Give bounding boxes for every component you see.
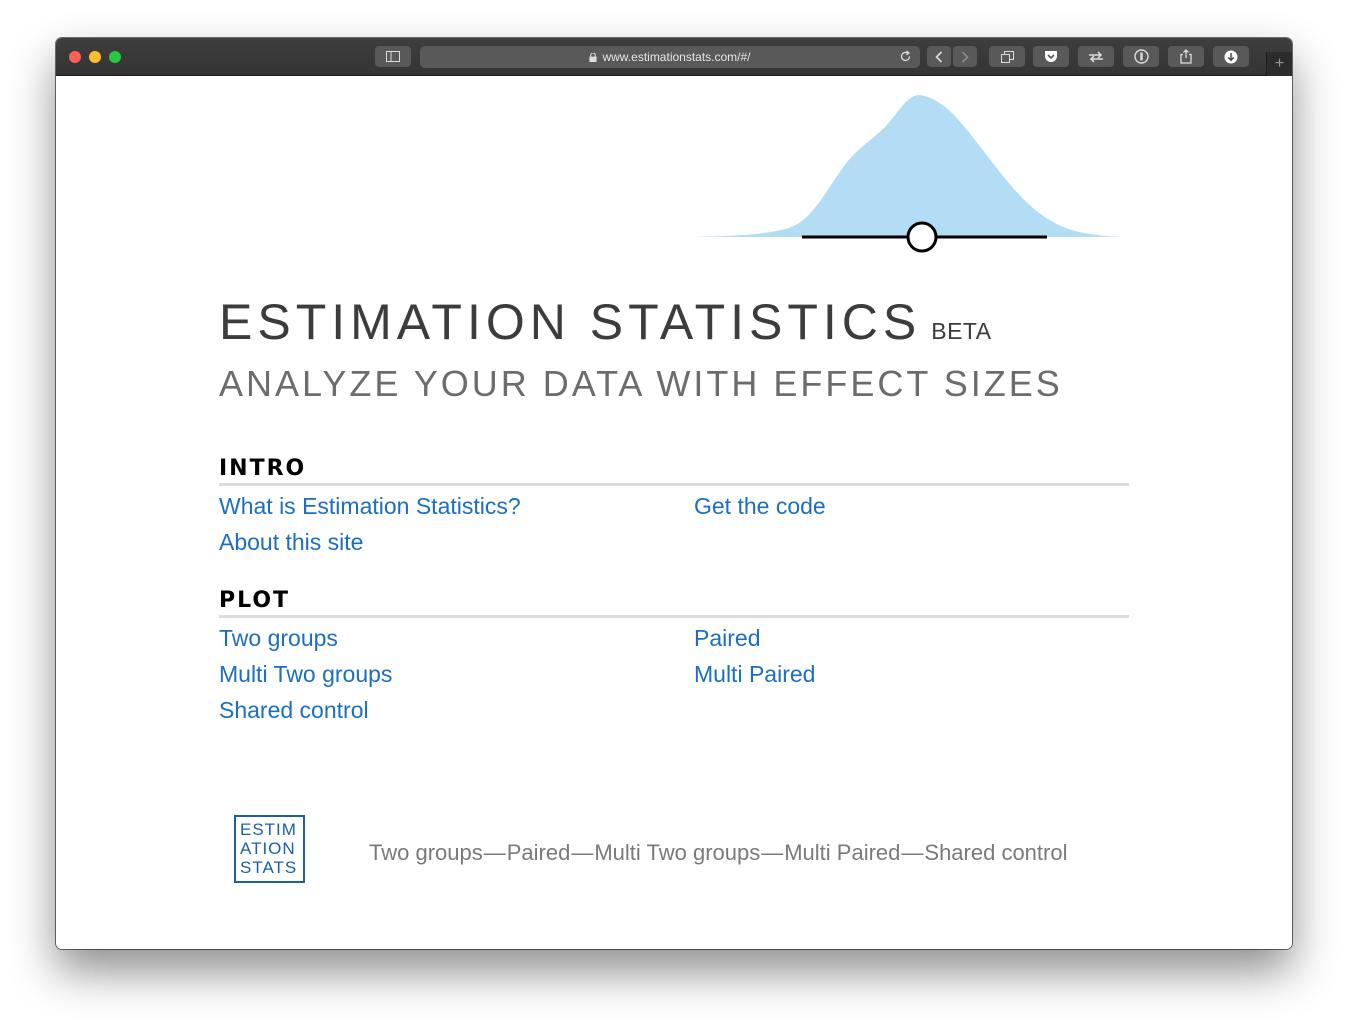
close-window-button[interactable] [69,51,81,63]
link-get-the-code[interactable]: Get the code [694,493,826,520]
password-manager-icon [1133,49,1149,64]
footer-nav: Two groups—Paired—Multi Two groups—Multi… [369,840,1067,866]
footer-link-shared-control[interactable]: Shared control [924,840,1067,865]
plot-heading: PLOT [219,588,1129,618]
page-title-text: ESTIMATION STATISTICS [219,294,922,350]
pocket-button[interactable] [1033,46,1069,67]
footer-link-two-groups[interactable]: Two groups [369,840,483,865]
footer-separator: — [761,840,784,865]
page-subtitle: ANALYZE YOUR DATA WITH EFFECT SIZES [219,363,1063,404]
footer-link-paired[interactable]: Paired [507,840,571,865]
page-title: ESTIMATION STATISTICS BETA [219,293,992,351]
minimize-window-button[interactable] [89,51,101,63]
share-button[interactable] [1168,46,1204,67]
zoom-window-button[interactable] [109,51,121,63]
estimation-stats-logo[interactable]: ESTIM ATION STATS [234,815,305,883]
forward-button[interactable] [953,46,977,67]
tabs-icon [1000,50,1014,63]
distribution-illustration [694,95,1131,253]
logo-line: STATS [240,858,298,877]
tab-overview-button[interactable] [989,46,1025,67]
password-manager-button[interactable] [1123,46,1159,67]
link-multi-paired[interactable]: Multi Paired [694,661,815,688]
link-about-this-site[interactable]: About this site [219,529,363,556]
chevron-right-icon [961,50,969,63]
page-content: ESTIMATION STATISTICS BETA ANALYZE YOUR D… [56,76,1292,949]
footer-link-multi-paired[interactable]: Multi Paired [784,840,900,865]
intro-heading: INTRO [219,456,1129,486]
beta-badge: BETA [931,318,992,344]
footer-separator: — [571,840,594,865]
arrows-exchange-icon [1089,50,1103,63]
reload-icon[interactable] [899,50,912,63]
chevron-left-icon [935,50,943,63]
sync-tabs-button[interactable] [1078,46,1114,67]
distribution-curve [694,95,1131,237]
footer-separator: — [483,840,506,865]
link-what-is-estimation-statistics[interactable]: What is Estimation Statistics? [219,493,521,520]
link-paired[interactable]: Paired [694,625,760,652]
browser-window: www.estimationstats.com/#/ + ESTIMATION … [56,38,1292,949]
sidebar-icon [386,51,400,62]
footer-separator: — [901,840,924,865]
lock-icon [589,52,598,62]
url-text: www.estimationstats.com/#/ [602,50,751,64]
browser-toolbar: www.estimationstats.com/#/ + [56,38,1292,76]
download-icon [1224,50,1238,63]
plus-icon: + [1274,55,1285,72]
link-multi-two-groups[interactable]: Multi Two groups [219,661,392,688]
point-estimate-marker [906,221,938,253]
back-button[interactable] [927,46,951,67]
link-two-groups[interactable]: Two groups [219,625,338,652]
pocket-icon [1045,51,1057,62]
downloads-button[interactable] [1213,46,1249,67]
logo-line: ESTIM [240,820,297,839]
address-bar[interactable]: www.estimationstats.com/#/ [420,46,920,68]
sidebar-toggle-button[interactable] [375,46,411,67]
footer-link-multi-two-groups[interactable]: Multi Two groups [594,840,760,865]
link-shared-control[interactable]: Shared control [219,697,369,724]
share-icon [1180,49,1192,64]
logo-line: ATION [240,839,296,858]
new-tab-button[interactable]: + [1266,52,1292,76]
